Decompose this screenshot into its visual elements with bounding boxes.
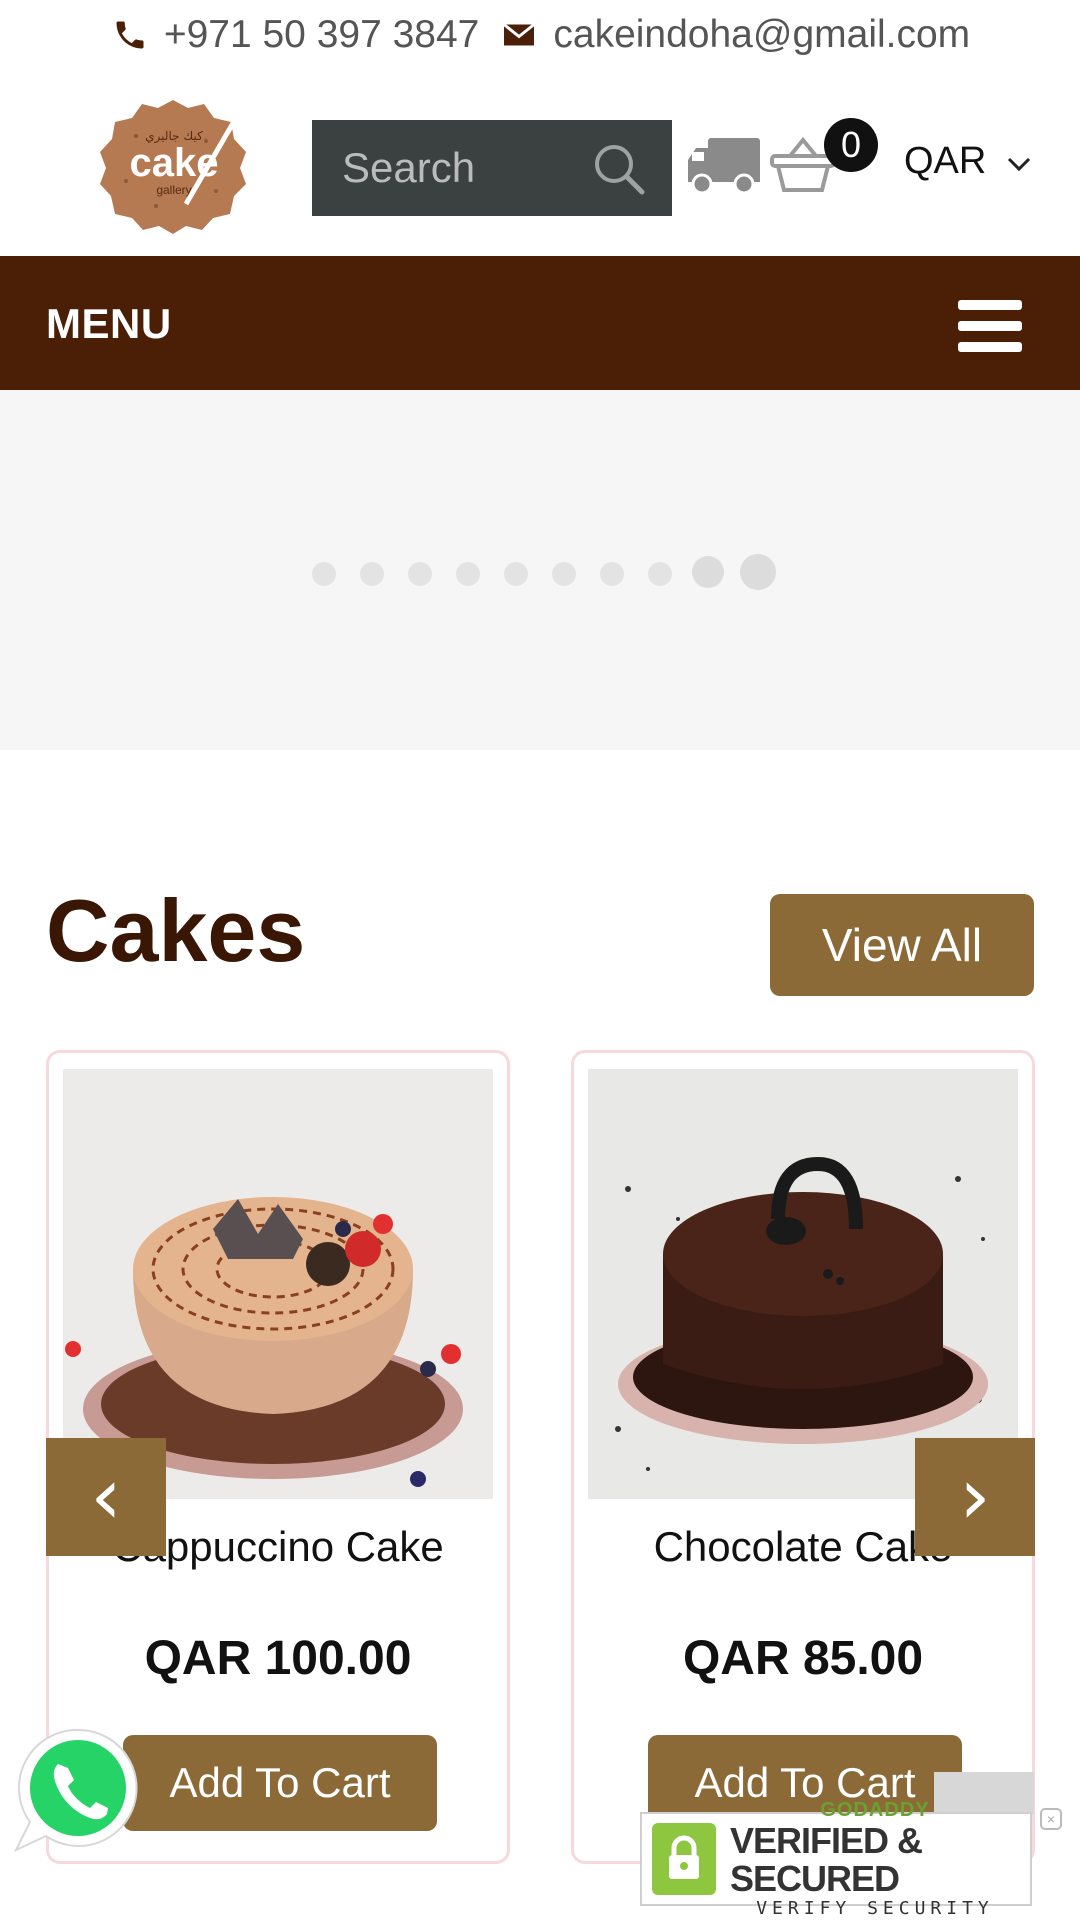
whatsapp-icon[interactable] (12, 1724, 144, 1856)
search-box (312, 120, 672, 216)
phone-number[interactable]: +971 50 397 3847 (164, 13, 480, 57)
hamburger-icon[interactable] (958, 300, 1022, 352)
phone-icon (110, 15, 150, 55)
email-address[interactable]: cakeindoha@gmail.com (553, 13, 970, 57)
view-all-button[interactable]: View All (770, 894, 1034, 996)
slider-dot (648, 562, 672, 586)
chevron-down-icon (1006, 140, 1032, 183)
hero-slider (0, 390, 1080, 750)
badge-brand: GODADDY (820, 1799, 930, 1821)
site-header: كيك جاليري cake gallery 0 QAR (0, 80, 1080, 250)
close-icon[interactable]: × (1040, 1808, 1062, 1830)
godaddy-security-badge[interactable]: GODADDY VERIFIED & SECURED VERIFY SECURI… (640, 1799, 1032, 1919)
section-title: Cakes (46, 881, 306, 980)
cart-count-badge[interactable]: 0 (824, 118, 878, 172)
carousel-prev-button[interactable]: ‹ (46, 1438, 166, 1556)
product-image[interactable] (588, 1069, 1018, 1499)
slider-dot (312, 562, 336, 586)
slider-dot (456, 562, 480, 586)
slider-dot (504, 562, 528, 586)
chevron-right-icon: › (959, 1452, 991, 1542)
carousel-next-button[interactable]: › (915, 1438, 1035, 1556)
chevron-left-icon: ‹ (90, 1452, 122, 1542)
slider-dot (740, 554, 776, 590)
truck-icon[interactable] (686, 134, 762, 196)
slider-loading-dots (310, 550, 780, 590)
logo-sub: gallery (156, 183, 191, 197)
slider-dot (360, 562, 384, 586)
menu-bar: MENU (0, 256, 1080, 390)
slider-dot (692, 556, 724, 588)
badge-title: VERIFIED & SECURED (730, 1820, 923, 1899)
site-logo[interactable]: كيك جاليري cake gallery (96, 96, 250, 234)
menu-label[interactable]: MENU (46, 300, 172, 348)
logo-word: cake (130, 141, 219, 185)
slider-dot (408, 562, 432, 586)
contact-bar: +971 50 397 3847 cakeindoha@gmail.com (0, 0, 1080, 70)
slider-dot (552, 562, 576, 586)
product-price: QAR 85.00 (682, 1632, 924, 1685)
currency-label: QAR (904, 139, 987, 182)
badge-sub: VERIFY SECURITY (756, 1898, 994, 1919)
slider-dot (600, 562, 624, 586)
search-input[interactable] (342, 144, 572, 192)
product-price: QAR 100.00 (144, 1632, 412, 1685)
envelope-icon (499, 15, 539, 55)
lock-icon (652, 1823, 716, 1895)
add-to-cart-button[interactable]: Add To Cart (123, 1735, 437, 1831)
search-icon[interactable] (590, 140, 646, 196)
currency-select[interactable]: QAR (904, 136, 1032, 186)
product-image[interactable] (63, 1069, 493, 1499)
